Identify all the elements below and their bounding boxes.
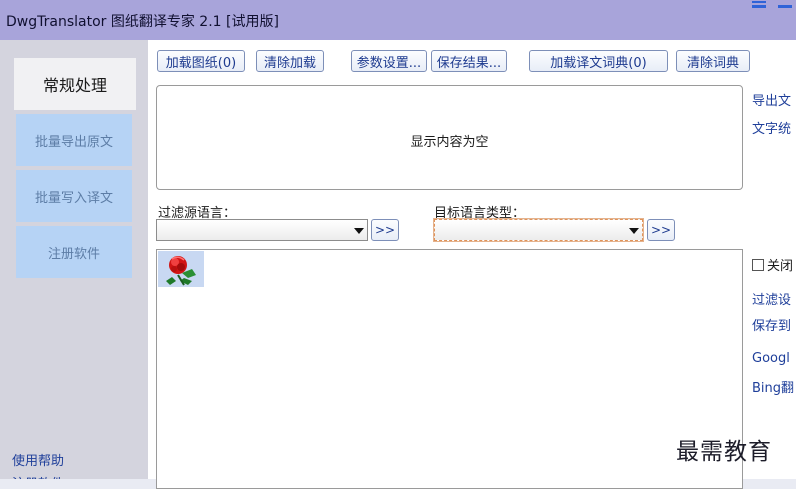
sidebar: 常规处理 批量导出原文 批量写入译文 注册软件 使用帮助 注册软件 xyxy=(0,40,148,479)
source-language-select[interactable] xyxy=(156,219,368,241)
main-panel: 加载图纸(0) 清除加载 参数设置... 保存结果... 加载译文词典(0) 清… xyxy=(148,40,796,489)
sidebar-item-batch-write[interactable]: 批量写入译文 xyxy=(16,170,132,222)
checkbox-icon[interactable] xyxy=(752,259,764,271)
help-link[interactable]: 使用帮助 xyxy=(12,450,64,469)
settings-button[interactable]: 参数设置... xyxy=(351,50,427,72)
close-checkbox[interactable]: 关闭 xyxy=(752,255,793,274)
load-dictionary-button[interactable]: 加载译文词典(0) xyxy=(529,50,668,72)
sidebar-item-general[interactable]: 常规处理 xyxy=(14,58,136,110)
export-text-link[interactable]: 导出文 xyxy=(752,90,791,109)
sidebar-item-batch-export[interactable]: 批量导出原文 xyxy=(16,114,132,166)
save-result-button[interactable]: 保存结果... xyxy=(431,50,507,72)
clear-load-button[interactable]: 清除加载 xyxy=(256,50,324,72)
chevron-down-icon xyxy=(629,228,639,234)
drawing-thumbnail[interactable] xyxy=(158,251,204,287)
save-to-link[interactable]: 保存到 xyxy=(752,315,791,334)
load-drawing-button[interactable]: 加载图纸(0) xyxy=(157,50,245,72)
bing-translate-link[interactable]: Bing翻 xyxy=(752,377,794,396)
sidebar-item-register[interactable]: 注册软件 xyxy=(16,226,132,278)
google-translate-link[interactable]: Googl xyxy=(752,351,790,366)
minimize-icon[interactable] xyxy=(778,5,792,8)
empty-message: 显示内容为空 xyxy=(410,135,489,150)
clear-dictionary-button[interactable]: 清除词典 xyxy=(676,50,750,72)
close-checkbox-label: 关闭 xyxy=(767,259,794,274)
source-apply-button[interactable]: >> xyxy=(371,219,399,241)
content-display: 显示内容为空 xyxy=(156,85,743,190)
title-bar: DwgTranslator 图纸翻译专家 2.1 [试用版] xyxy=(0,0,796,40)
text-stats-link[interactable]: 文字统 xyxy=(752,118,791,137)
drawing-preview[interactable] xyxy=(156,249,743,489)
rose-icon xyxy=(166,256,196,286)
register-link[interactable]: 注册软件 xyxy=(12,473,64,479)
window-title: DwgTranslator 图纸翻译专家 2.1 [试用版] xyxy=(6,14,279,30)
target-language-select[interactable] xyxy=(433,218,644,242)
target-apply-button[interactable]: >> xyxy=(647,219,675,241)
menu-icon[interactable] xyxy=(751,1,766,8)
window-controls xyxy=(744,0,792,14)
chevron-down-icon xyxy=(354,228,364,234)
watermark: 最需教育 xyxy=(676,439,772,465)
filter-settings-link[interactable]: 过滤设 xyxy=(752,289,791,308)
